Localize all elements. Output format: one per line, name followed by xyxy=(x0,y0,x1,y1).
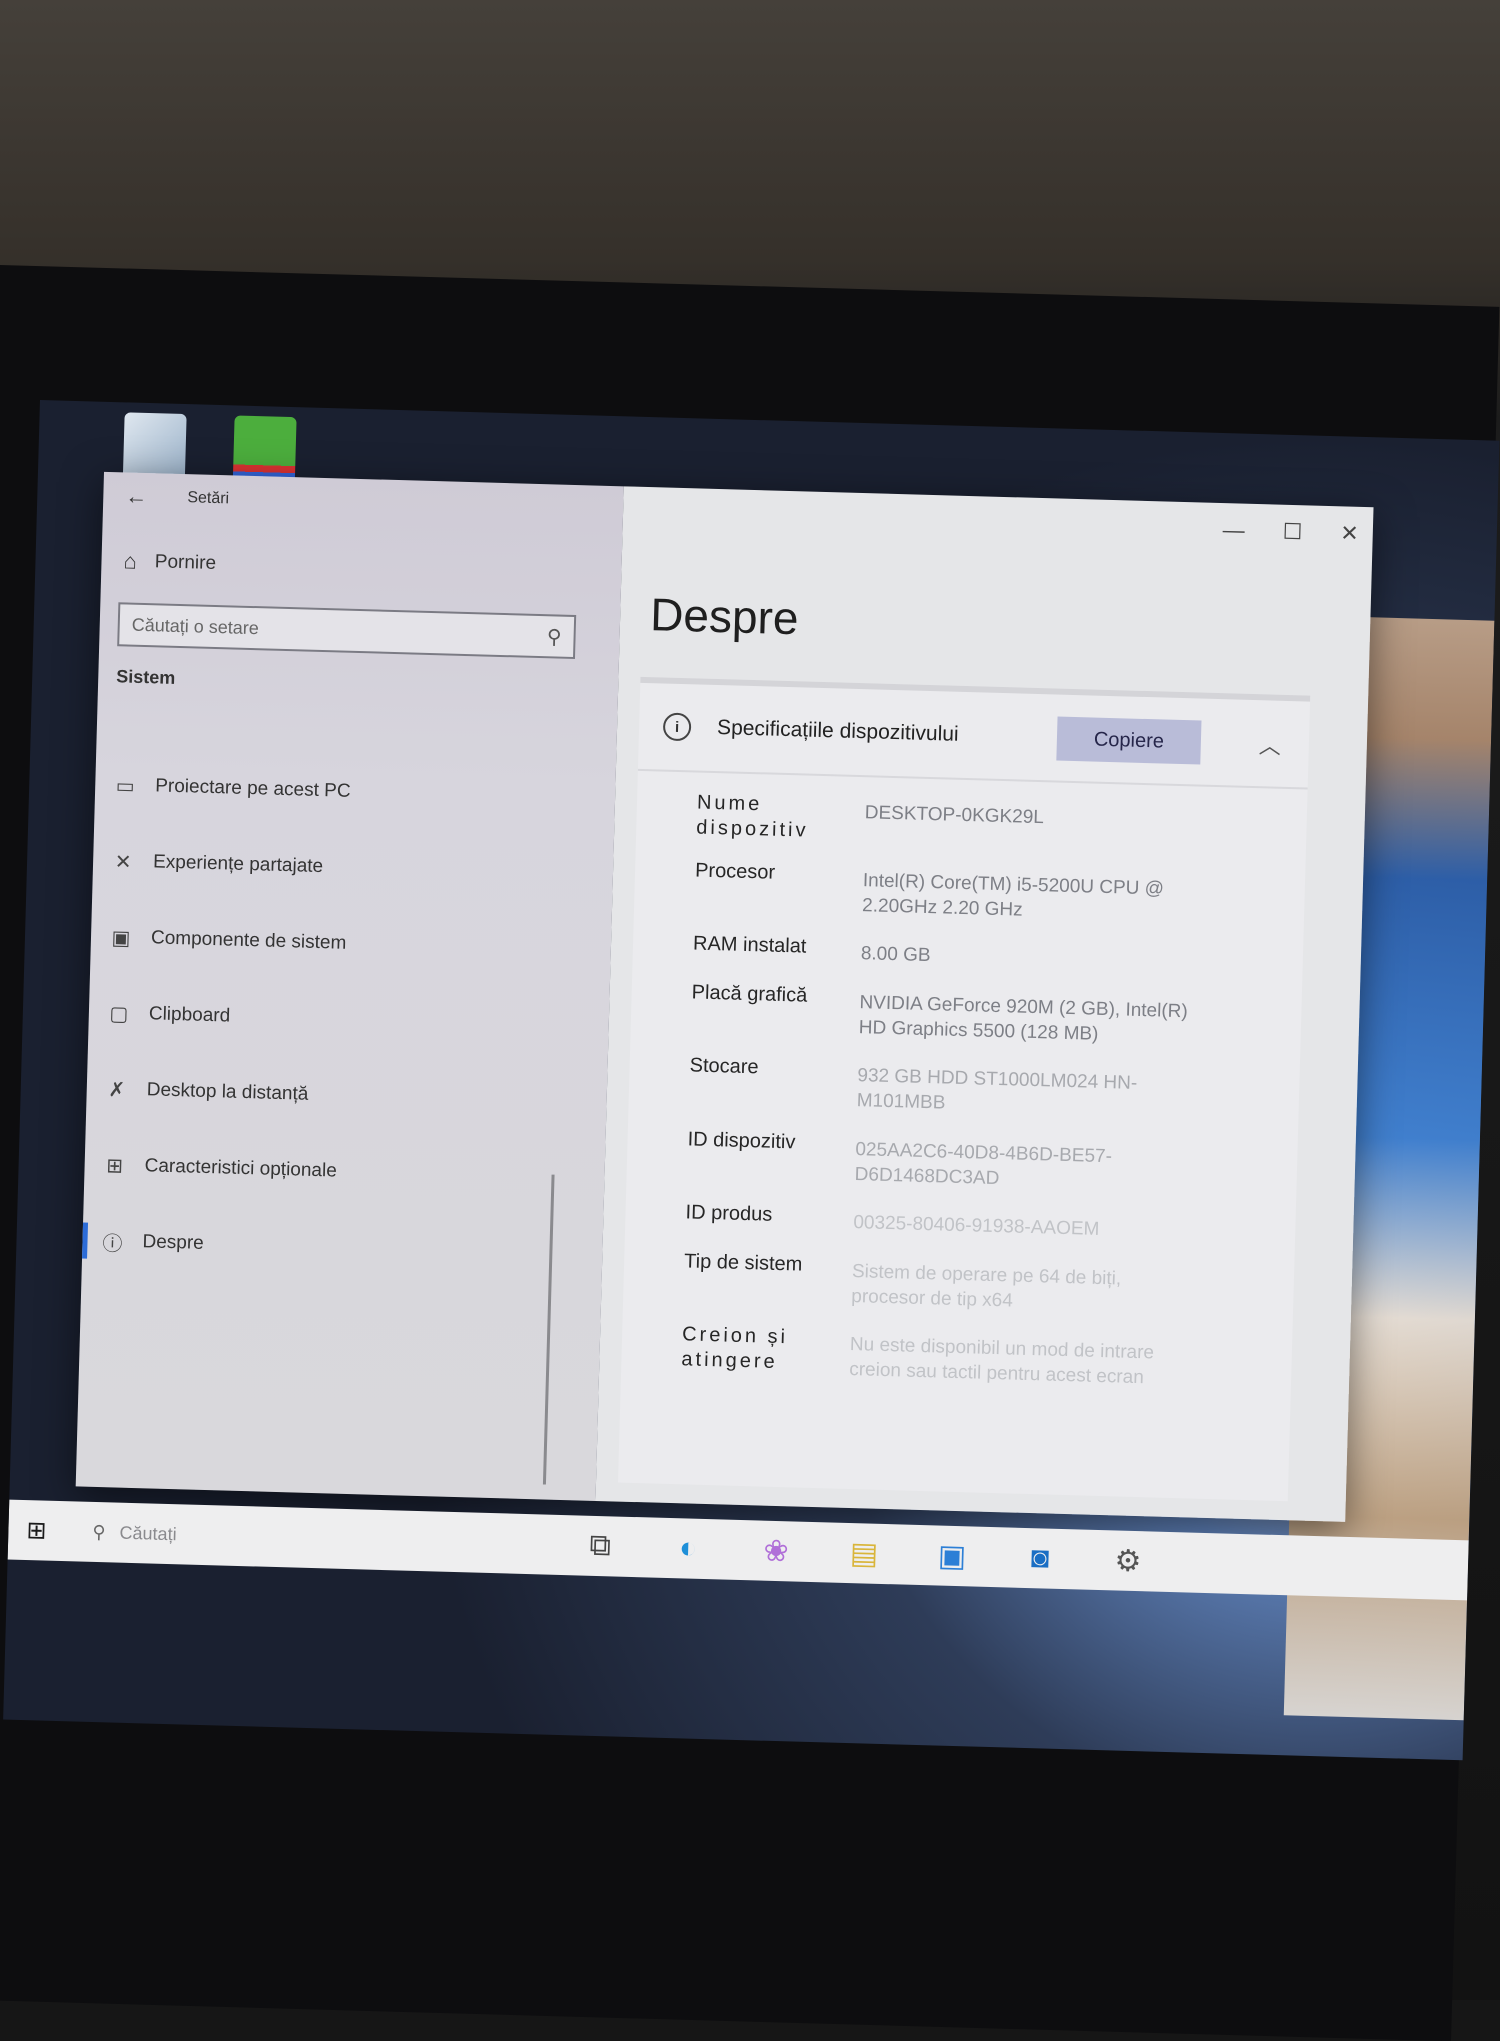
card-header[interactable]: i Specificațiile dispozitivului Copiere … xyxy=(637,682,1311,790)
spec-label: ID dispozitiv xyxy=(687,1128,796,1154)
taskbar-icons: ⧉ ◐ ❀ ▤ ▣ ◙ ⚙ xyxy=(582,1528,1147,1579)
settings-content: — ☐ ✕ Despre i Specificațiile dispozitiv… xyxy=(595,486,1374,1522)
outlook-icon[interactable]: ◙ xyxy=(1022,1540,1059,1576)
sidebar-item-label: Despre xyxy=(142,1231,205,1254)
spec-label: Stocare xyxy=(689,1054,759,1079)
chevron-up-icon[interactable]: ︿ xyxy=(1258,728,1281,761)
spec-row: Procesor Intel(R) Core(TM) i5-5200U CPU … xyxy=(694,858,1305,930)
spec-value: 932 GB HDD ST1000LM024 HN-M101MBB xyxy=(856,1065,1138,1114)
sidebar-item-clipboard[interactable]: ▢ Clipboard xyxy=(88,975,610,1065)
spec-row: Tip de sistem Sistem de operare pe 64 de… xyxy=(683,1249,1294,1321)
window-controls: — ☐ ✕ xyxy=(1222,517,1359,547)
spec-label: Nume dispozitiv xyxy=(696,791,809,842)
settings-icon[interactable]: ⚙ xyxy=(1110,1543,1147,1579)
sidebar-item-label: Proiectare pe acest PC xyxy=(154,775,351,802)
shared-experiences-icon: ✕ xyxy=(114,850,132,874)
spec-value: NVIDIA GeForce 920M (2 GB), Intel(R) HD … xyxy=(858,992,1189,1045)
page-title: Despre xyxy=(649,588,800,645)
back-arrow-icon[interactable]: ← xyxy=(125,483,148,510)
sidebar-item-remote-desktop[interactable]: ✗ Desktop la distanță xyxy=(86,1051,608,1141)
home-icon: ⌂ xyxy=(123,548,138,574)
search-icon: ⚲ xyxy=(546,625,562,649)
photos-icon[interactable]: ❀ xyxy=(758,1533,795,1569)
system-components-icon: ▣ xyxy=(111,926,131,950)
remote-desktop-icon: ✗ xyxy=(108,1078,126,1102)
search-icon: ⚲ xyxy=(92,1521,106,1542)
optional-features-icon: ⊞ xyxy=(105,1154,124,1178)
spec-row: Nume dispozitiv DESKTOP-0KGK29L xyxy=(696,791,1307,858)
spec-value: Intel(R) Core(TM) i5-5200U CPU @ 2.20GHz… xyxy=(861,870,1165,921)
sidebar-item-about[interactable]: ⓘ Despre xyxy=(81,1203,603,1293)
spec-value: Sistem de operare pe 64 de biți, proceso… xyxy=(851,1260,1122,1312)
spec-value: Nu este disponibil un mod de intrare cre… xyxy=(848,1334,1155,1389)
spec-list: Nume dispozitiv DESKTOP-0KGK29L Procesor… xyxy=(621,771,1308,1395)
minimize-icon[interactable]: — xyxy=(1222,517,1245,544)
spec-row: Stocare 932 GB HDD ST1000LM024 HN-M101MB… xyxy=(688,1054,1299,1126)
taskbar-search-placeholder: Căutați xyxy=(119,1522,177,1544)
info-icon: ⓘ xyxy=(102,1232,123,1256)
task-view-icon[interactable]: ⧉ xyxy=(582,1528,619,1564)
sidebar-item-label: Componente de sistem xyxy=(150,927,347,954)
spec-label: RAM instalat xyxy=(692,932,807,958)
sidebar-item-label: Experiențe partajate xyxy=(152,851,324,878)
screen: ← Setări ⌂ Pornire Căutați o setare ⚲ Si… xyxy=(3,400,1500,1761)
spec-row: RAM instalat 8.00 GB xyxy=(693,932,1304,980)
spec-label: Tip de sistem xyxy=(683,1250,803,1276)
search-placeholder: Căutați o setare xyxy=(131,614,260,638)
maximize-icon[interactable]: ☐ xyxy=(1282,519,1302,546)
sidebar-item-label: Clipboard xyxy=(148,1003,231,1027)
spec-row: ID dispozitiv 025AA2C6-40D8-4B6D-BE57-D6… xyxy=(686,1127,1297,1199)
spec-value: 00325-80406-91938-AAOEM xyxy=(853,1212,1100,1241)
sidebar-item-optional-features[interactable]: ⊞ Caracteristici opționale xyxy=(84,1127,606,1217)
spec-value: 8.00 GB xyxy=(860,943,931,967)
sidebar-item-projecting[interactable]: ▭ Proiectare pe acest PC xyxy=(94,747,616,837)
spec-label: ID produs xyxy=(685,1201,773,1226)
settings-window: ← Setări ⌂ Pornire Căutați o setare ⚲ Si… xyxy=(75,471,1374,1522)
settings-sidebar: ← Setări ⌂ Pornire Căutați o setare ⚲ Si… xyxy=(75,471,624,1501)
taskbar-search-input[interactable]: ⚲ Căutați xyxy=(92,1521,532,1554)
card-title: Specificațiile dispozitivului xyxy=(716,716,959,746)
spec-label: Procesor xyxy=(694,859,776,884)
sidebar-item-label: Desktop la distanță xyxy=(146,1079,309,1105)
sidebar-item-label: Caracteristici opționale xyxy=(144,1155,338,1182)
edge-icon[interactable]: ◐ xyxy=(670,1531,707,1567)
spec-row: ID produs 00325-80406-91938-AAOEM xyxy=(685,1201,1296,1249)
store-icon[interactable]: ▣ xyxy=(934,1538,971,1574)
spec-value: DESKTOP-0KGK29L xyxy=(864,802,1045,829)
sidebar-item-system-components[interactable]: ▣ Componente de sistem xyxy=(90,899,612,989)
clipboard-icon: ▢ xyxy=(109,1002,129,1026)
spec-value: 025AA2C6-40D8-4B6D-BE57-D6D1468DC3AD xyxy=(854,1138,1113,1189)
spec-label: Placă grafică xyxy=(691,981,808,1007)
close-icon[interactable]: ✕ xyxy=(1340,520,1359,547)
spec-row: Placă grafică NVIDIA GeForce 920M (2 GB)… xyxy=(690,980,1301,1052)
device-specs-card: i Specificațiile dispozitivului Copiere … xyxy=(617,676,1311,1502)
window-title: Setări xyxy=(187,489,230,508)
copy-button[interactable]: Copiere xyxy=(1056,716,1202,765)
info-circle-icon: i xyxy=(662,712,692,742)
spec-label: Creion și atingere xyxy=(681,1323,789,1374)
nav-home-label: Pornire xyxy=(154,551,217,574)
spec-row: Creion și atingere Nu este disponibil un… xyxy=(681,1323,1292,1395)
projector-icon: ▭ xyxy=(115,774,136,798)
file-explorer-icon[interactable]: ▤ xyxy=(846,1535,883,1571)
windows-start-icon[interactable]: ⊞ xyxy=(26,1516,67,1546)
nav-list: ▭ Proiectare pe acest PC ✕ Experiențe pa… xyxy=(81,747,616,1293)
sidebar-item-shared-experiences[interactable]: ✕ Experiențe partajate xyxy=(92,823,614,913)
